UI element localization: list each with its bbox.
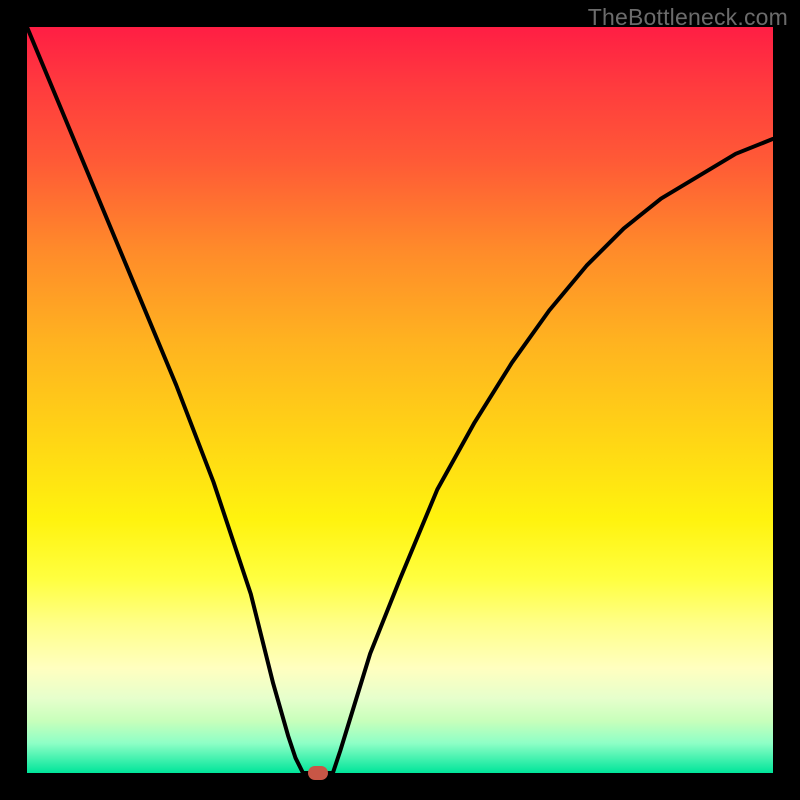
optimum-marker <box>308 766 328 780</box>
y-axis <box>25 27 27 775</box>
x-axis <box>27 773 773 775</box>
bottleneck-curve <box>27 27 773 773</box>
watermark-label: TheBottleneck.com <box>588 4 788 31</box>
chart-frame: TheBottleneck.com bottleneck-curve <box>0 0 800 800</box>
plot-area: bottleneck-curve <box>27 27 773 773</box>
